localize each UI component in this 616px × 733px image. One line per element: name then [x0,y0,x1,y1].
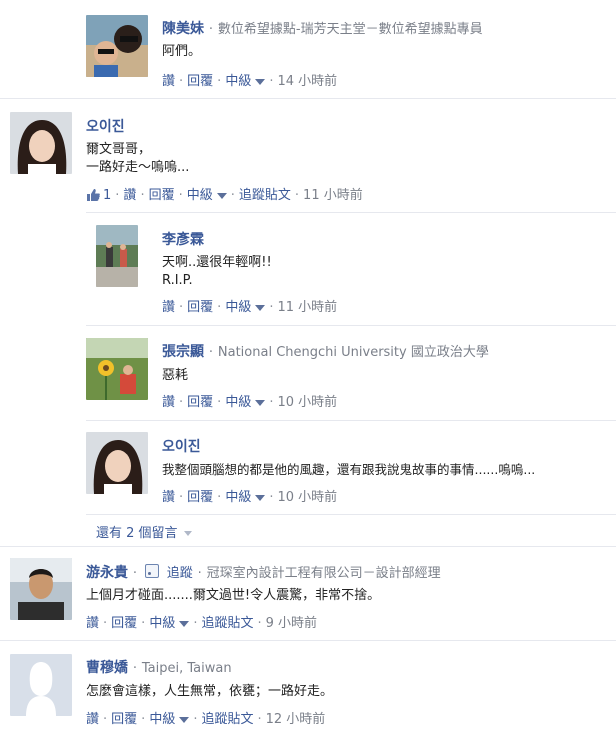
follow-post-button[interactable]: 追蹤貼文 [201,712,253,727]
comment-actions: 讚 · 回覆 · 中級 · 10 小時前 [162,395,338,410]
commenter-name[interactable]: 李彥霖 [162,229,204,249]
rss-icon [144,564,159,578]
comment-text: 天啊..還很年輕啊!! [162,255,272,270]
thumbs-up-icon[interactable] [86,188,100,201]
level-dropdown[interactable]: 中級 [149,712,190,727]
more-comments-link[interactable]: 還有 2 個留言 [96,522,192,541]
avatar[interactable] [96,225,138,287]
separator: · [208,345,214,360]
comment-actions: 1 · 讚 · 回覆 · 中級 · 追蹤貼文 · 11 小時前 [86,184,363,203]
chevron-down-icon [179,620,190,627]
timestamp[interactable]: 10 小時前 [277,395,337,410]
level-dropdown[interactable]: 中級 [225,300,266,315]
timestamp[interactable]: 12 小時前 [266,712,326,727]
divider [0,546,616,547]
comment-actions: 讚 · 回覆 · 中級 · 追蹤貼文 · 12 小時前 [86,712,326,727]
level-dropdown[interactable]: 中級 [187,188,227,203]
like-button[interactable]: 讚 [86,712,99,727]
comment-text: 上個月才碰面.......爾文過世!令人震驚，非常不捨。 [86,588,381,603]
timestamp[interactable]: 9 小時前 [266,616,317,631]
commenter-name[interactable]: 오이진 [86,116,125,136]
commenter-name-link[interactable]: 오이진 [162,439,201,455]
comment-text: 惡耗 [162,368,189,383]
commenter-affiliation[interactable]: National Chengchi University 國立政治大學 [218,345,489,360]
commenter-name[interactable]: 游永貴 · 追蹤 · 冠琛室內設計工程有限公司－設計部經理 [86,562,441,582]
chevron-down-icon [255,399,266,406]
reply-button[interactable]: 回覆 [111,712,137,727]
chevron-down-icon [216,192,227,199]
commenter-name[interactable]: 張宗顯 · National Chengchi University 國立政治大… [162,341,489,361]
chevron-down-icon [255,304,266,311]
like-button[interactable]: 讚 [123,188,136,203]
commenter-affiliation[interactable]: 數位希望據點-瑞芳天主堂－數位希望據點專員 [218,22,483,37]
commenter-name[interactable]: 오이진 [162,436,201,456]
comment-text: 一路好走～嗚嗚... [86,160,190,175]
commenter-location[interactable]: Taipei, Taiwan [142,661,232,676]
commenter-name-link[interactable]: 陳美妹 [162,21,204,37]
comment-actions: 讚 · 回覆 · 中級 · 追蹤貼文 · 9 小時前 [86,616,318,631]
level-dropdown[interactable]: 中級 [225,74,266,89]
reply-button[interactable]: 回覆 [187,490,213,505]
chevron-down-icon [183,531,192,536]
comment-text: 阿們。 [162,44,202,59]
divider [86,420,616,421]
avatar[interactable] [86,15,148,77]
chevron-down-icon [255,494,266,501]
comment-text: 我整個頭腦想的都是他的風趣，還有跟我說鬼故事的事情......嗚嗚... [162,462,536,477]
comment-actions: 讚 · 回覆 · 中級 · 11 小時前 [162,300,338,315]
separator: · [132,566,138,581]
avatar[interactable] [10,558,72,620]
divider [0,640,616,641]
divider [0,98,616,99]
avatar[interactable] [86,432,148,494]
like-button[interactable]: 讚 [162,300,175,315]
level-dropdown[interactable]: 中級 [225,490,266,505]
divider [86,514,616,515]
comment-text: 怎麼會這樣，人生無常，依甕；一路好走。 [86,684,334,699]
reply-button[interactable]: 回覆 [187,395,213,410]
like-button[interactable]: 讚 [162,490,175,505]
timestamp[interactable]: 11 小時前 [277,300,337,315]
comment-actions: 讚 · 回覆 · 中級 · 10 小時前 [162,490,338,505]
commenter-name[interactable]: 曹穆嬌 · Taipei, Taiwan [86,657,232,677]
commenter-name-link[interactable]: 李彥霖 [162,232,204,248]
like-count[interactable]: 1 [103,188,111,203]
avatar[interactable] [10,112,72,174]
comment-text: R.I.P. [162,273,193,288]
chevron-down-icon [255,78,266,85]
timestamp[interactable]: 10 小時前 [277,490,337,505]
level-dropdown[interactable]: 中級 [149,616,190,631]
reply-button[interactable]: 回覆 [187,300,213,315]
commenter-name-link[interactable]: 張宗顯 [162,344,204,360]
commenter-name-link[interactable]: 游永貴 [86,565,128,581]
timestamp[interactable]: 14 小時前 [277,74,337,89]
separator: · [197,566,202,581]
comment-text: 爾文哥哥， [86,142,152,157]
avatar[interactable] [86,338,148,400]
follow-post-button[interactable]: 追蹤貼文 [239,188,291,203]
reply-button[interactable]: 回覆 [149,188,175,203]
reply-button[interactable]: 回覆 [187,74,213,89]
reply-button[interactable]: 回覆 [111,616,137,631]
commenter-name[interactable]: 陳美妹 · 數位希望據點-瑞芳天主堂－數位希望據點專員 [162,18,483,38]
like-button[interactable]: 讚 [162,395,175,410]
level-dropdown[interactable]: 中級 [225,395,266,410]
like-button[interactable]: 讚 [86,616,99,631]
commenter-name-link[interactable]: 曹穆嬌 [86,660,128,676]
divider [86,325,616,326]
commenter-affiliation[interactable]: 冠琛室內設計工程有限公司－設計部經理 [207,566,441,581]
follow-link[interactable]: 追蹤 [167,566,193,581]
comment-actions: 讚 · 回覆 · 中級 · 14 小時前 [162,74,338,89]
separator: · [208,22,214,37]
divider [86,212,616,213]
separator: · [132,661,138,676]
timestamp[interactable]: 11 小時前 [303,188,363,203]
follow-post-button[interactable]: 追蹤貼文 [201,616,253,631]
chevron-down-icon [179,716,190,723]
avatar[interactable] [10,654,72,716]
like-button[interactable]: 讚 [162,74,175,89]
commenter-name-link[interactable]: 오이진 [86,119,125,135]
